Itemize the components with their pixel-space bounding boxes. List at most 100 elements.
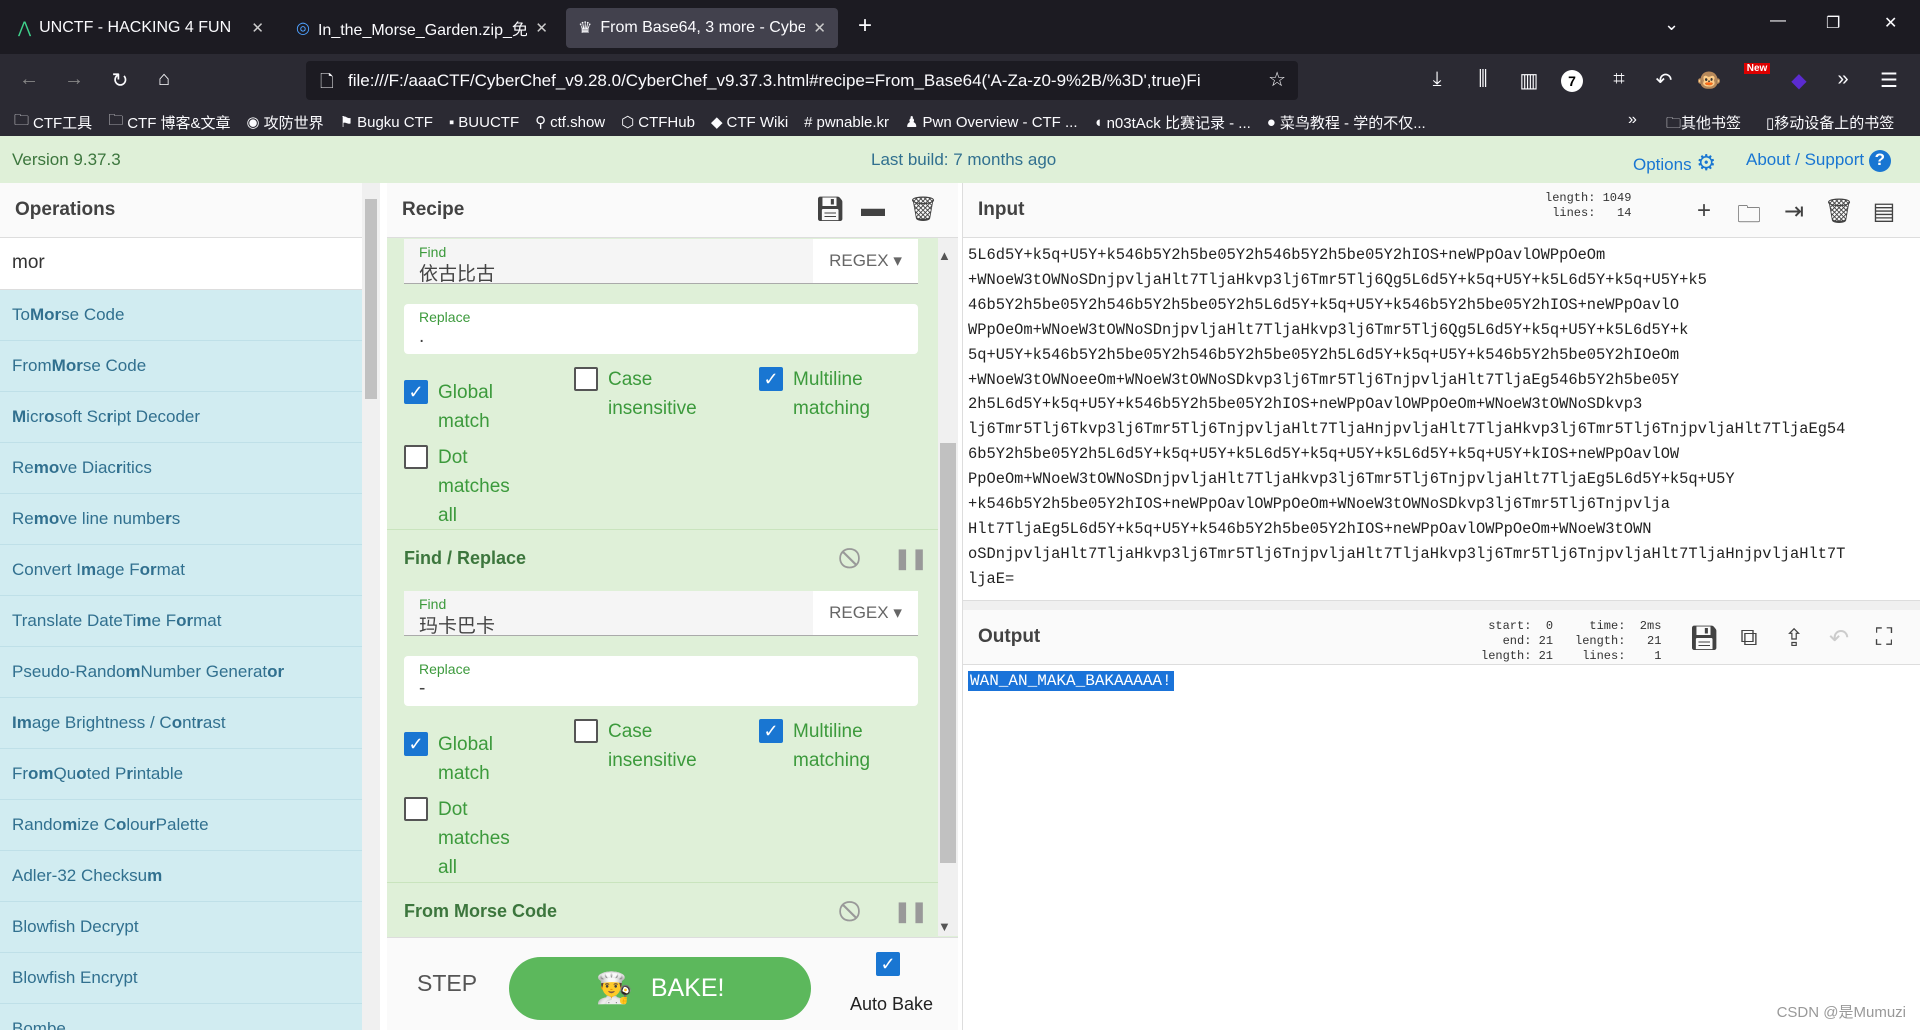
- operation-item[interactable]: Bombe: [0, 1004, 362, 1030]
- case-insensitive-checkbox[interactable]: Case insensitive: [574, 365, 697, 423]
- restore-icon[interactable]: ❐: [1826, 13, 1840, 33]
- bookmark-item[interactable]: 🗀 CTF 博客&文章: [108, 110, 230, 135]
- bookmark-item[interactable]: ♟ Pwn Overview - CTF ...: [905, 113, 1077, 132]
- recipe-scrollbar[interactable]: ▲ ▼: [938, 238, 958, 936]
- bookmark-item[interactable]: ⚲ ctf.show: [535, 113, 605, 132]
- operations-scrollbar[interactable]: [362, 183, 380, 1030]
- tab-cyberchef[interactable]: ♛ From Base64, 3 more - CyberChef ✕: [566, 8, 838, 48]
- operation-item[interactable]: Fr om Qu o ted Pr intable: [0, 749, 362, 800]
- operation-item[interactable]: To Mor se Code: [0, 290, 362, 341]
- clear-recipe-icon[interactable]: 🗑︎: [908, 195, 938, 224]
- add-input-tab-icon[interactable]: +: [1689, 197, 1719, 225]
- bookmark-item[interactable]: # pwnable.kr: [804, 114, 889, 131]
- new-extension-icon[interactable]: New: [1744, 63, 1770, 74]
- close-window-icon[interactable]: ✕: [1884, 13, 1897, 33]
- extension-diamond-icon[interactable]: ◆: [1786, 68, 1812, 93]
- options-link[interactable]: Options ⚙: [1633, 150, 1716, 176]
- minimize-icon[interactable]: —: [1770, 12, 1786, 30]
- home-icon[interactable]: ⌂: [151, 68, 177, 91]
- multiline-matching-checkbox[interactable]: ✓ Multiline matching: [759, 365, 899, 423]
- replace-input-icon[interactable]: ⇪: [1779, 624, 1809, 653]
- bookmark-item[interactable]: ● 菜鸟教程 - 学的不仅...: [1267, 112, 1426, 133]
- about-link[interactable]: About / Support ?: [1746, 150, 1891, 172]
- case-insensitive-checkbox-box[interactable]: [574, 719, 598, 743]
- global-match-checkbox-box[interactable]: ✓: [404, 380, 428, 404]
- close-tab-icon[interactable]: ✕: [251, 19, 264, 37]
- operation-item[interactable]: Micr o soft Sc r ipt Decoder: [0, 392, 362, 443]
- bookmark-item[interactable]: ◉ 攻防世界: [247, 112, 324, 133]
- operation-item[interactable]: Re mo ve Diac r itics: [0, 443, 362, 494]
- overflow-icon[interactable]: »: [1830, 68, 1856, 91]
- menu-icon[interactable]: ☰: [1876, 68, 1902, 93]
- operations-search-input[interactable]: mor: [0, 238, 362, 290]
- breakpoint-icon[interactable]: ❚❚: [894, 546, 928, 571]
- maximize-output-icon[interactable]: ⛶: [1869, 624, 1899, 652]
- open-file-icon[interactable]: 🗀: [1734, 197, 1764, 238]
- dot-matches-all-checkbox-box[interactable]: [404, 445, 428, 469]
- bookmark-item[interactable]: ⚑ Bugku CTF: [340, 113, 433, 132]
- operation-item[interactable]: Convert Im age For mat: [0, 545, 362, 596]
- global-match-checkbox[interactable]: ✓ Global match: [404, 378, 524, 436]
- bookmark-item[interactable]: ⬡ CTFHub: [621, 113, 695, 132]
- reset-layout-icon[interactable]: ▤: [1869, 197, 1899, 226]
- auto-bake-checkbox[interactable]: ✓: [876, 952, 900, 976]
- operation-item[interactable]: Adler-32 Checksu m: [0, 851, 362, 902]
- find-input[interactable]: Find 玛卡巴卡 REGEX ▾: [404, 591, 918, 637]
- tab-morse-garden[interactable]: ◎ In_the_Morse_Garden.zip_免费 ✕: [284, 8, 560, 48]
- save-recipe-icon[interactable]: 💾︎: [815, 195, 845, 224]
- dot-matches-all-checkbox[interactable]: Dot matches all: [404, 443, 524, 530]
- output-text[interactable]: WAN_AN_MAKA_BAKAAAAA!: [968, 671, 1174, 691]
- bookmark-item[interactable]: ◆ CTF Wiki: [711, 113, 788, 132]
- new-tab-icon[interactable]: +: [858, 12, 872, 40]
- close-tab-icon[interactable]: ✕: [813, 19, 826, 37]
- tampermonkey-icon[interactable]: 🐵: [1696, 68, 1722, 93]
- undo-icon[interactable]: ↶: [1824, 624, 1854, 653]
- find-input[interactable]: Find 依古比古 REGEX ▾: [404, 239, 918, 285]
- input-textarea[interactable]: 5L6d5Y+k5q+U5Y+k546b5Y2h5be05Y2h546b5Y2h…: [968, 243, 1845, 592]
- bake-button[interactable]: 👨‍🍳 BAKE!: [509, 957, 811, 1020]
- replace-input[interactable]: Replace.: [404, 304, 918, 354]
- other-bookmarks[interactable]: 🗀其他书签: [1666, 112, 1741, 138]
- load-recipe-icon[interactable]: ▬: [861, 195, 885, 223]
- operation-item[interactable]: Rando m ize Co lou r Palette: [0, 800, 362, 851]
- operation-item[interactable]: Pseudo-Rando m Number Generat or: [0, 647, 362, 698]
- multiline-matching-checkbox-box[interactable]: ✓: [759, 719, 783, 743]
- global-match-checkbox[interactable]: ✓ Global match: [404, 730, 524, 788]
- tab-list-icon[interactable]: ⌄: [1664, 14, 1679, 35]
- close-tab-icon[interactable]: ✕: [535, 19, 548, 37]
- case-insensitive-checkbox-box[interactable]: [574, 367, 598, 391]
- mobile-bookmarks[interactable]: ▯移动设备上的书签: [1766, 112, 1894, 133]
- undo-close-icon[interactable]: ↶: [1651, 68, 1677, 93]
- bookmarks-overflow-icon[interactable]: »: [1628, 111, 1637, 129]
- operation-item[interactable]: Blowfish Decrypt: [0, 902, 362, 953]
- operation-item[interactable]: Im age Brightness / Co nt r ast: [0, 698, 362, 749]
- global-match-checkbox-box[interactable]: ✓: [404, 732, 428, 756]
- back-icon[interactable]: ←: [16, 68, 42, 91]
- dot-matches-all-checkbox[interactable]: Dot matches all: [404, 795, 524, 882]
- io-resize-handle[interactable]: [963, 600, 1920, 610]
- copy-output-icon[interactable]: ⧉: [1734, 624, 1764, 652]
- open-folder-input-icon[interactable]: ⇥: [1779, 197, 1809, 226]
- replace-input[interactable]: Replace -: [404, 656, 918, 706]
- find-mode-dropdown[interactable]: REGEX ▾: [813, 591, 918, 635]
- bookmark-item[interactable]: ◖ n03tAck 比赛记录 - ...: [1094, 112, 1251, 133]
- forward-icon[interactable]: →: [61, 68, 87, 91]
- multiline-matching-checkbox[interactable]: ✓ Multiline matching: [759, 717, 899, 775]
- library-icon[interactable]: ⫼: [1470, 68, 1496, 91]
- save-output-icon[interactable]: 💾︎: [1689, 624, 1719, 653]
- bookmark-item[interactable]: ▪ BUUCTF: [449, 114, 519, 131]
- operation-item[interactable]: Blowfish Encrypt: [0, 953, 362, 1004]
- op-header-from-morse[interactable]: From Morse Code ⃠ ❚❚: [387, 882, 938, 940]
- case-insensitive-checkbox[interactable]: Case insensitive: [574, 717, 697, 775]
- breakpoint-icon[interactable]: ❚❚: [894, 899, 928, 924]
- reload-icon[interactable]: ↻: [107, 68, 133, 93]
- operation-item[interactable]: From Mor se Code: [0, 341, 362, 392]
- operation-item[interactable]: Translate DateTi m e For mat: [0, 596, 362, 647]
- operation-item[interactable]: Re mo ve line numbe r s: [0, 494, 362, 545]
- dot-matches-all-checkbox-box[interactable]: [404, 797, 428, 821]
- step-button[interactable]: STEP: [417, 970, 477, 997]
- multiline-matching-checkbox-box[interactable]: ✓: [759, 367, 783, 391]
- download-icon[interactable]: ⤓: [1424, 68, 1450, 91]
- tab-unctf[interactable]: ⋀ UNCTF - HACKING 4 FUN ✕: [6, 8, 276, 48]
- bookmark-star-icon[interactable]: ☆: [1268, 67, 1286, 92]
